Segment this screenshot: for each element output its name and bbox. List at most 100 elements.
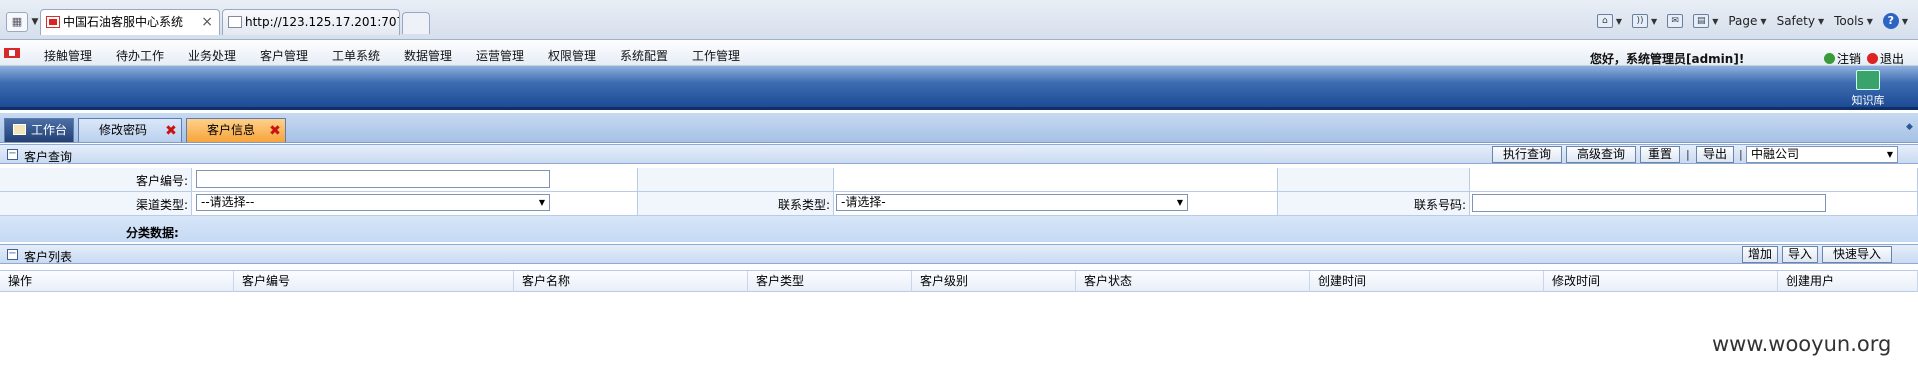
command-bar: ⌂ ▼ )) ▼ ✉ ▤ ▼ Page ▼ Safety ▼ Tools ▼ ? ▼ <box>1596 10 1908 32</box>
export-button[interactable]: 导出 <box>1696 146 1734 163</box>
browser-tab[interactable]: http://123.125.17.201:7070... <box>222 9 400 35</box>
logout-link[interactable]: 注销 <box>1824 50 1861 67</box>
query-form: 客户编号: 渠道类型: --请选择-- ▼ 联系类型: -请选择- ▼ 联系号码… <box>0 168 1918 216</box>
tab-label: 客户信息 <box>207 123 256 137</box>
channel-type-select[interactable]: --请选择-- ▼ <box>196 194 550 211</box>
chevron-down-icon: ▼ <box>1176 198 1183 207</box>
exit-icon <box>1867 53 1879 64</box>
book-icon <box>1856 70 1880 90</box>
column-header[interactable]: 客户名称 <box>514 271 748 292</box>
separator: | <box>1739 148 1743 161</box>
menu-todo-work[interactable]: 待办工作 <box>116 47 164 64</box>
help-icon: ? <box>1882 13 1899 29</box>
close-icon[interactable]: ✖ <box>269 124 281 138</box>
separator: | <box>1686 148 1690 161</box>
close-icon[interactable]: ✖ <box>165 124 177 138</box>
user-links: 注销 退出 <box>1824 50 1904 67</box>
close-tab-icon[interactable]: × <box>201 10 213 34</box>
knowledge-base-button[interactable]: 知识库 <box>1848 70 1888 108</box>
home-button[interactable]: ⌂ ▼ <box>1596 14 1623 28</box>
workspace-tab-bar: 工作台 修改密码 ✖ 客户信息 ✖ <box>0 113 1918 143</box>
logout-icon <box>1824 53 1835 64</box>
query-panel-header: − 客户查询 执行查询 高级查询 重置 | 导出 | 中融公司 ▼ <box>0 144 1918 164</box>
menu-customer-management[interactable]: 客户管理 <box>260 47 308 64</box>
tab-label: 工作台 <box>31 123 68 137</box>
chevron-down-icon: ▼ <box>1817 16 1825 26</box>
contact-type-select[interactable]: -请选择- ▼ <box>836 194 1188 211</box>
menu-permission-management[interactable]: 权限管理 <box>548 47 596 64</box>
contact-no-input[interactable] <box>1472 194 1826 212</box>
menu-ticket-system[interactable]: 工单系统 <box>332 47 380 64</box>
mail-button[interactable]: ✉ <box>1667 14 1684 28</box>
feeds-button[interactable]: )) ▼ <box>1632 14 1657 28</box>
help-menu[interactable]: ? ▼ <box>1882 13 1908 29</box>
company-select[interactable]: 中融公司 ▼ <box>1746 146 1898 163</box>
browser-toolbar: ▦ ▼ 中国石油客服中心系统 × http://123.125.17.201:7… <box>0 0 1918 40</box>
exit-link[interactable]: 退出 <box>1867 50 1904 67</box>
menu-system-config[interactable]: 系统配置 <box>620 47 668 64</box>
browser-tab-title: 中国石油客服中心系统 <box>63 15 184 29</box>
contact-no-label: 联系号码: <box>1413 198 1466 212</box>
menu-data-management[interactable]: 数据管理 <box>404 47 452 64</box>
home-icon <box>13 124 26 135</box>
chevron-down-icon: ▼ <box>1651 16 1658 26</box>
safety-menu[interactable]: Safety ▼ <box>1777 14 1825 28</box>
menu-work-management[interactable]: 工作管理 <box>692 47 740 64</box>
home-icon: ⌂ <box>1596 14 1613 28</box>
mail-icon: ✉ <box>1667 14 1684 28</box>
site-favicon-icon <box>46 16 60 28</box>
contact-type-label: 联系类型: <box>777 198 830 212</box>
category-row: 分类数据: <box>0 216 1918 242</box>
customer-no-label: 客户编号: <box>135 174 188 188</box>
column-header[interactable]: 客户级别 <box>912 271 1076 292</box>
channel-type-label: 渠道类型: <box>135 198 188 212</box>
collapse-icon[interactable]: − <box>7 149 18 160</box>
print-button[interactable]: ▤ ▼ <box>1693 14 1718 28</box>
collapse-icon[interactable]: − <box>7 249 18 260</box>
watermark: www.wooyun.org <box>1712 332 1892 356</box>
quick-tabs-icon[interactable]: ▦ <box>6 12 28 32</box>
chevron-down-icon: ▼ <box>538 198 545 207</box>
tab-label: 修改密码 <box>99 123 148 137</box>
menu-contact-management[interactable]: 接触管理 <box>44 47 92 64</box>
reset-button[interactable]: 重置 <box>1640 146 1680 163</box>
chevron-down-icon: ▼ <box>1760 16 1767 26</box>
category-label: 分类数据: <box>126 226 179 240</box>
page-favicon-icon <box>228 16 242 28</box>
page-menu[interactable]: Page ▼ <box>1728 14 1766 28</box>
tab-change-password[interactable]: 修改密码 ✖ <box>78 118 182 142</box>
column-header[interactable]: 客户编号 <box>234 271 514 292</box>
menu-business-processing[interactable]: 业务处理 <box>188 47 236 64</box>
column-header[interactable]: 创建用户 <box>1778 271 1918 292</box>
new-tab-button[interactable] <box>402 12 430 34</box>
user-greeting: 您好，系统管理员[admin]! <box>1590 52 1745 66</box>
advanced-query-button[interactable]: 高级查询 <box>1566 146 1636 163</box>
printer-icon: ▤ <box>1693 14 1710 28</box>
query-panel-title: 客户查询 <box>24 150 73 164</box>
import-button[interactable]: 导入 <box>1782 246 1818 263</box>
tab-customer-info[interactable]: 客户信息 ✖ <box>186 118 286 142</box>
column-header[interactable]: 修改时间 <box>1544 271 1778 292</box>
tools-menu[interactable]: Tools ▼ <box>1834 14 1873 28</box>
add-button[interactable]: 增加 <box>1742 246 1778 263</box>
header-banner: 知识库 <box>0 66 1918 110</box>
menu-operations-management[interactable]: 运营管理 <box>476 47 524 64</box>
column-header[interactable]: 创建时间 <box>1310 271 1544 292</box>
scroll-toggle-icon[interactable]: ◆ <box>1906 122 1913 132</box>
chevron-down-icon: ▼ <box>1615 16 1623 26</box>
chevron-down-icon: ▼ <box>1901 16 1908 26</box>
main-menu-bar: 接触管理 待办工作 业务处理 客户管理 工单系统 数据管理 运营管理 权限管理 … <box>0 40 1918 66</box>
tab-list-dropdown-icon[interactable]: ▼ <box>30 12 40 32</box>
app-logo <box>4 48 20 58</box>
column-header[interactable]: 客户类型 <box>748 271 912 292</box>
customer-table-header: 操作 客户编号 客户名称 客户类型 客户级别 客户状态 创建时间 修改时间 创建… <box>0 270 1918 292</box>
browser-tab-title: http://123.125.17.201:7070... <box>245 15 399 29</box>
tab-workbench[interactable]: 工作台 <box>4 118 74 142</box>
customer-no-input[interactable] <box>196 170 550 188</box>
column-header[interactable]: 操作 <box>0 271 234 292</box>
column-header[interactable]: 客户状态 <box>1076 271 1310 292</box>
list-panel-header: − 客户列表 增加 导入 快速导入 <box>0 244 1918 264</box>
quick-import-button[interactable]: 快速导入 <box>1822 246 1892 263</box>
execute-query-button[interactable]: 执行查询 <box>1492 146 1562 163</box>
browser-tab-active[interactable]: 中国石油客服中心系统 × <box>40 9 220 35</box>
